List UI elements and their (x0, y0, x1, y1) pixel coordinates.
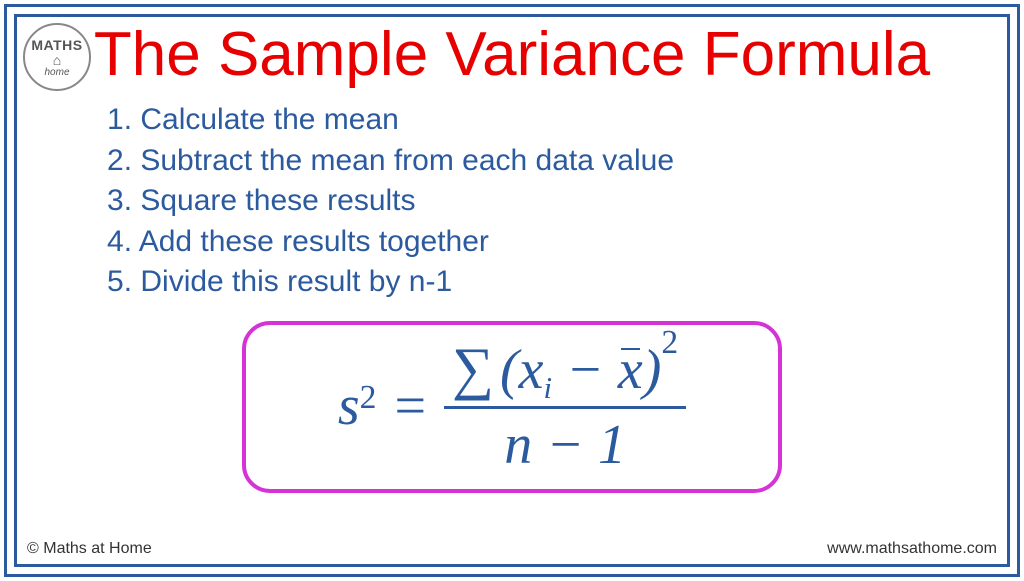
logo-text-bottom: home (44, 67, 69, 78)
formula-box: s2 = ∑(xi − x)2 n − 1 (242, 321, 782, 493)
footer-url: www.mathsathome.com (827, 540, 997, 558)
sigma-icon: ∑ (452, 336, 494, 401)
step-item: Square these results (107, 181, 1007, 222)
logo-text-top: MATHS (31, 37, 82, 53)
steps-list: Calculate the mean Subtract the mean fro… (17, 100, 1007, 303)
variance-formula: s2 = ∑(xi − x)2 n − 1 (338, 335, 686, 477)
numerator: ∑(xi − x)2 (444, 335, 686, 402)
step-item: Calculate the mean (107, 100, 1007, 141)
step-item: Add these results together (107, 222, 1007, 263)
house-icon: ⌂ (53, 53, 61, 67)
formula-lhs: s2 (338, 374, 377, 438)
rparen: ) (643, 339, 662, 401)
logo-badge: MATHS ⌂ home (23, 23, 91, 91)
inner-border: MATHS ⌂ home The Sample Variance Formula… (14, 14, 1010, 567)
page-title: The Sample Variance Formula (17, 17, 1007, 100)
num-exp: 2 (661, 324, 678, 361)
equals-sign: = (394, 374, 426, 438)
den-minus: − (532, 414, 598, 476)
exp-2: 2 (360, 379, 377, 417)
var-s: s (338, 374, 360, 438)
xi-base: x (519, 339, 544, 401)
lparen: ( (500, 339, 519, 401)
x-bar: x (618, 338, 643, 402)
step-item: Subtract the mean from each data value (107, 141, 1007, 182)
step-item: Divide this result by n-1 (107, 262, 1007, 303)
fraction: ∑(xi − x)2 n − 1 (444, 335, 686, 477)
fraction-line (444, 406, 686, 409)
minus: − (552, 339, 618, 401)
xi-sub: i (543, 371, 552, 405)
denominator: n − 1 (496, 413, 634, 477)
footer-copyright: © Maths at Home (27, 540, 152, 558)
den-n: n (504, 414, 532, 476)
den-one: 1 (598, 414, 626, 476)
